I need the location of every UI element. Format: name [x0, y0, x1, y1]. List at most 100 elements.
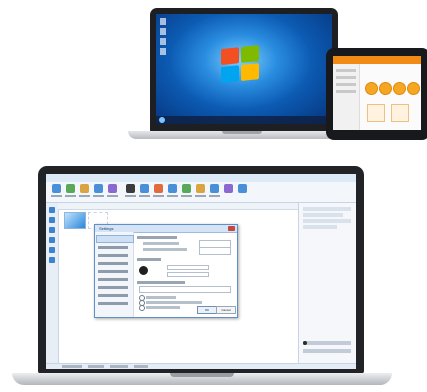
- slider-track[interactable]: [303, 341, 351, 345]
- tablet-screen: [333, 56, 421, 130]
- status-item[interactable]: [110, 365, 128, 368]
- tool-icon[interactable]: [49, 237, 55, 243]
- cancel-label: Cancel: [221, 308, 231, 312]
- toolbar-icon[interactable]: [154, 184, 163, 193]
- section-heading: [137, 258, 161, 261]
- toolbar-icon[interactable]: [126, 184, 135, 193]
- tablet-device: [326, 48, 427, 140]
- dialog-body: [135, 234, 235, 314]
- left-tool-panel: [46, 203, 59, 363]
- toolbar-icon[interactable]: [108, 184, 117, 193]
- tool-icon[interactable]: [49, 257, 55, 263]
- property-row[interactable]: [303, 213, 343, 217]
- toolbar-label: [167, 195, 178, 197]
- toolbar-icon[interactable]: [196, 184, 205, 193]
- toolbar-label: [51, 195, 62, 197]
- dialog-nav-item[interactable]: [98, 246, 128, 249]
- sidebar-item[interactable]: [336, 69, 356, 72]
- path-input[interactable]: [139, 286, 231, 293]
- toolbar-icon[interactable]: [238, 184, 247, 193]
- toolbar-label: [79, 195, 90, 197]
- property-row[interactable]: [303, 225, 337, 229]
- app-ribbon-toolbar: [46, 182, 356, 203]
- slider[interactable]: [167, 265, 209, 270]
- feature-tile[interactable]: [391, 104, 409, 122]
- slider-track[interactable]: [303, 349, 351, 353]
- toolbar-label: [125, 195, 136, 197]
- dialog-nav-item[interactable]: [98, 302, 128, 305]
- desktop-icon[interactable]: [160, 18, 166, 25]
- toolbar-label: [181, 195, 192, 197]
- tool-icon[interactable]: [49, 227, 55, 233]
- dialog-nav-list: [95, 232, 134, 317]
- toolbar-icon[interactable]: [94, 184, 103, 193]
- sidebar-item[interactable]: [336, 83, 356, 86]
- feature-circle-icon[interactable]: [393, 82, 406, 95]
- sidebar-item[interactable]: [336, 76, 356, 79]
- toolbar-icon[interactable]: [210, 184, 219, 193]
- property-row[interactable]: [303, 219, 351, 223]
- tablet-app-header: [333, 56, 421, 64]
- app-status-bar: [46, 363, 356, 369]
- windows-logo-icon: [221, 45, 261, 85]
- toolbar-icon[interactable]: [140, 184, 149, 193]
- toolbar-label: [209, 195, 220, 197]
- toolbar-icon[interactable]: [182, 184, 191, 193]
- dialog-nav-item[interactable]: [98, 286, 128, 289]
- ok-button[interactable]: OK: [197, 306, 217, 314]
- right-properties-panel: [298, 203, 356, 363]
- feature-tile[interactable]: [367, 104, 385, 122]
- ok-label: OK: [204, 308, 210, 312]
- toolbar-label: [65, 195, 76, 197]
- toolbar-label: [153, 195, 164, 197]
- dialog-nav-item[interactable]: [98, 270, 128, 273]
- status-item[interactable]: [88, 365, 104, 368]
- feature-circle-icon[interactable]: [407, 82, 420, 95]
- color-swatch[interactable]: [139, 266, 148, 275]
- dialog-nav-item-active[interactable]: [96, 235, 134, 243]
- toolbar-icon[interactable]: [80, 184, 89, 193]
- status-item[interactable]: [134, 365, 148, 368]
- toolbar-label: [107, 195, 118, 197]
- toolbar-icon[interactable]: [168, 184, 177, 193]
- radio-label: [146, 301, 202, 304]
- close-icon[interactable]: [228, 226, 235, 231]
- tablet-sidebar: [333, 64, 360, 130]
- setting-text: [143, 248, 187, 251]
- feature-circle-icon[interactable]: [379, 82, 392, 95]
- bottom-laptop-notch: [170, 373, 234, 377]
- radio-option[interactable]: [139, 305, 145, 311]
- dialog-title: Settings: [99, 226, 114, 231]
- audio-icon: [303, 341, 307, 345]
- sidebar-item[interactable]: [336, 90, 356, 93]
- dialog-nav-item[interactable]: [98, 278, 128, 281]
- toolbar-icon[interactable]: [224, 184, 233, 193]
- dialog-nav-item[interactable]: [98, 294, 128, 297]
- status-item[interactable]: [62, 365, 82, 368]
- document-tab-strip[interactable]: [58, 203, 298, 210]
- section-heading: [137, 236, 177, 239]
- property-row[interactable]: [303, 207, 351, 211]
- top-laptop-notch: [222, 131, 262, 134]
- dropdown[interactable]: [199, 247, 231, 255]
- image-thumbnail[interactable]: [64, 212, 86, 229]
- desktop-icon[interactable]: [160, 48, 166, 55]
- feature-circle-icon[interactable]: [365, 82, 378, 95]
- tool-icon[interactable]: [49, 247, 55, 253]
- dialog-nav-item[interactable]: [98, 262, 128, 265]
- start-button[interactable]: [159, 117, 165, 123]
- tool-icon[interactable]: [49, 217, 55, 223]
- toolbar-label: [93, 195, 104, 197]
- toolbar-icon[interactable]: [52, 184, 61, 193]
- desktop-icon[interactable]: [160, 38, 166, 45]
- windows-desktop-screen: [156, 14, 332, 124]
- desktop-icon[interactable]: [160, 28, 166, 35]
- app-screen: Settings OK Cancel: [46, 174, 356, 369]
- taskbar: [156, 116, 332, 124]
- toolbar-icon[interactable]: [66, 184, 75, 193]
- cancel-button[interactable]: Cancel: [216, 306, 236, 314]
- tool-icon[interactable]: [49, 207, 55, 213]
- dialog-nav-item[interactable]: [98, 254, 128, 257]
- settings-dialog: Settings OK Cancel: [94, 224, 238, 318]
- slider[interactable]: [167, 272, 209, 277]
